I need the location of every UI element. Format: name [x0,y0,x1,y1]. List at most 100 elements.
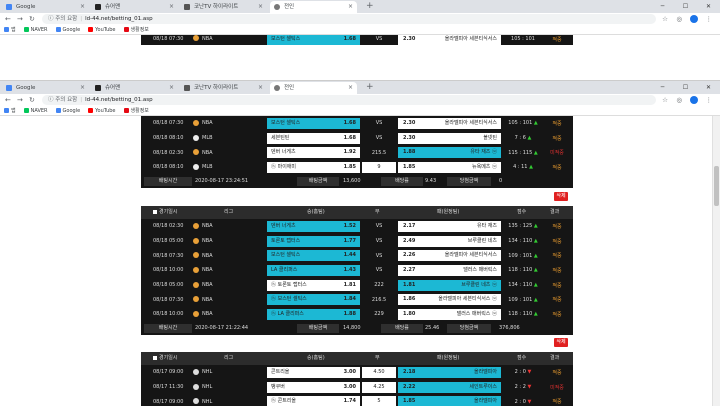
away-odd-cell[interactable]: 2.27 댈러스 매버릭스 [398,265,501,277]
delete-button[interactable]: 삭제 [554,192,568,201]
away-odd-cell[interactable]: 1.80 댈러스 매버릭스 ⓤ [398,309,501,321]
tab-conantv[interactable]: 코난TV 하이라이트 × [180,1,267,13]
draw-cell[interactable]: 4.50 [362,367,396,378]
close-icon[interactable]: × [348,1,353,13]
tab-jeonin[interactable]: 전인 × [270,82,357,94]
home-odd-cell[interactable]: ⓗ 마이애미 1.85 [267,162,360,174]
tab-sureman[interactable]: 슈어맨 × [91,82,178,94]
bookmark-naver[interactable]: NAVER [23,108,48,114]
reload-icon[interactable]: ↻ [29,94,35,106]
maximize-icon[interactable]: ☐ [674,81,697,94]
avatar[interactable] [690,15,698,23]
home-odd-cell[interactable]: 덴버 너게츠 1.92 [267,147,360,159]
draw-cell[interactable]: 4.25 [362,381,396,393]
away-odd-cell[interactable]: 2.30 올라델피아 세븐티식서스 [398,118,501,129]
away-odd-cell[interactable]: 2.22 세인트루이스 [398,381,501,393]
away-odd-cell[interactable]: 2.26 올라델피아 세븐티식서스 [398,250,501,262]
back-icon[interactable]: ← [5,13,11,25]
home-odd-cell[interactable]: 세븐틴틴 1.68 [267,132,360,144]
draw-cell[interactable]: 9 [362,162,396,174]
draw-cell[interactable]: 222 [362,282,396,288]
forward-icon[interactable]: → [17,13,23,25]
draw-cell[interactable]: VS [362,267,396,273]
away-odd-cell[interactable]: 1.85 뉴욕메츠 ⓤ [398,162,501,174]
scrollbar-thumb[interactable] [714,166,719,206]
tab-jeonin[interactable]: 전인 × [270,1,357,13]
away-odd-cell[interactable]: 2.18 올라델피아 [398,367,501,378]
maximize-icon[interactable]: ☐ [674,0,697,13]
bet-summary: 배팅시간 2020-08-17 23:24:51 배팅금액 13,600 배당률… [141,174,573,188]
avatar[interactable] [690,96,698,104]
tab-conantv[interactable]: 코난TV 하이라이트 × [180,82,267,94]
bookmark-youtube[interactable]: YouTube [88,108,116,114]
bookmark-lifeinfo[interactable]: 생활정보 [123,26,149,33]
tab-sureman[interactable]: 슈어맨 × [91,1,178,13]
home-odd-cell[interactable]: ⓗ LA 클리퍼스 1.88 [267,309,360,321]
home-odd-cell[interactable]: ⓗ 보스턴 셀틱스 1.84 [267,294,360,306]
new-tab-button[interactable]: + [366,82,374,93]
bookmark-apps[interactable]: 앱 [4,26,16,33]
home-odd-cell[interactable]: 덴버 너게츠 1.52 [267,221,360,232]
away-odd-cell[interactable]: 2.49 브루클린 네츠 [398,235,501,247]
away-odd-cell[interactable]: 2.30 볼넷틴 [398,132,501,144]
extension-icon[interactable]: ◎ [676,13,682,25]
forward-icon[interactable]: → [17,94,23,106]
close-icon[interactable]: × [348,82,353,94]
draw-cell[interactable]: VS [362,253,396,259]
tab-google[interactable]: Google × [2,82,89,94]
home-odd-cell[interactable]: 토론토 랩터스 1.77 [267,235,360,247]
reload-icon[interactable]: ↻ [29,13,35,25]
draw-cell[interactable]: 216.5 [362,297,396,303]
bookmark-lifeinfo[interactable]: 생활정보 [123,107,149,114]
delete-button[interactable]: 삭제 [554,338,568,347]
security-warning[interactable]: ⓘ 주의 요함 [48,97,77,103]
close-icon[interactable]: × [80,1,85,13]
close-icon[interactable]: × [258,82,263,94]
home-odd-cell[interactable]: 보스턴 셀틱스 1.44 [267,250,360,262]
close-window-icon[interactable]: ✕ [697,81,720,94]
draw-cell[interactable]: VS [362,238,396,244]
draw-cell[interactable]: VS [362,135,396,141]
bookmark-google[interactable]: Google [55,108,80,114]
close-icon[interactable]: × [169,1,174,13]
home-odd-cell[interactable]: 보스턴 셀틱스 1.68 [267,35,360,45]
home-odd-cell[interactable]: 보스턴 셀틱스 1.68 [267,118,360,129]
home-odd-cell[interactable]: 뱅쿠버 3.00 [267,381,360,393]
minimize-icon[interactable]: ─ [651,81,674,94]
bookmark-youtube[interactable]: YouTube [88,27,116,33]
close-icon[interactable]: × [258,1,263,13]
away-odd-cell[interactable]: 1.81 브루클린 네츠 ⓤ [398,279,501,291]
draw-cell[interactable]: VS [362,223,396,229]
minimize-icon[interactable]: ─ [651,0,674,13]
security-warning[interactable]: ⓘ 주의 요함 [48,16,77,22]
star-icon[interactable]: ☆ [662,13,668,25]
home-odd-cell[interactable]: ⓗ 토론토 랩터스 1.81 [267,279,360,291]
checkbox[interactable] [153,355,157,360]
star-icon[interactable]: ☆ [662,94,668,106]
menu-icon[interactable]: ⋮ [706,13,713,25]
draw-cell[interactable]: VS [362,120,396,126]
menu-icon[interactable]: ⋮ [706,94,713,106]
bookmark-google[interactable]: Google [55,27,80,33]
draw-cell[interactable]: 229 [362,311,396,317]
scrollbar[interactable] [712,116,720,406]
close-window-icon[interactable]: ✕ [697,0,720,13]
bookmark-naver[interactable]: NAVER [23,27,48,33]
checkbox[interactable] [153,209,157,214]
draw-cell[interactable]: 215.5 [362,150,396,156]
home-odd-cell[interactable]: LA 클리퍼스 1.43 [267,265,360,277]
away-odd-cell[interactable]: 1.86 올라델피아 세븐티식서스 ⓤ [398,294,501,306]
tab-google[interactable]: Google × [2,1,89,13]
close-icon[interactable]: × [80,82,85,94]
url-input[interactable]: ⓘ 주의 요함 | ld-44.net/betting_01.asp [42,14,656,24]
url-input[interactable]: ⓘ 주의 요함 | ld-44.net/betting_01.asp [42,95,656,105]
home-odd-cell[interactable]: 콘트리올 3.00 [267,367,360,378]
away-odd-cell[interactable]: 2.30 올라델피아 세븐티식서스 [398,35,501,45]
new-tab-button[interactable]: + [366,1,374,12]
back-icon[interactable]: ← [5,94,11,106]
extension-icon[interactable]: ◎ [676,94,682,106]
close-icon[interactable]: × [169,82,174,94]
bookmark-apps[interactable]: 앱 [4,107,16,114]
away-odd-cell[interactable]: 1.88 유타 재즈 ⓤ [398,147,501,159]
away-odd-cell[interactable]: 2.17 유타 재즈 [398,221,501,232]
